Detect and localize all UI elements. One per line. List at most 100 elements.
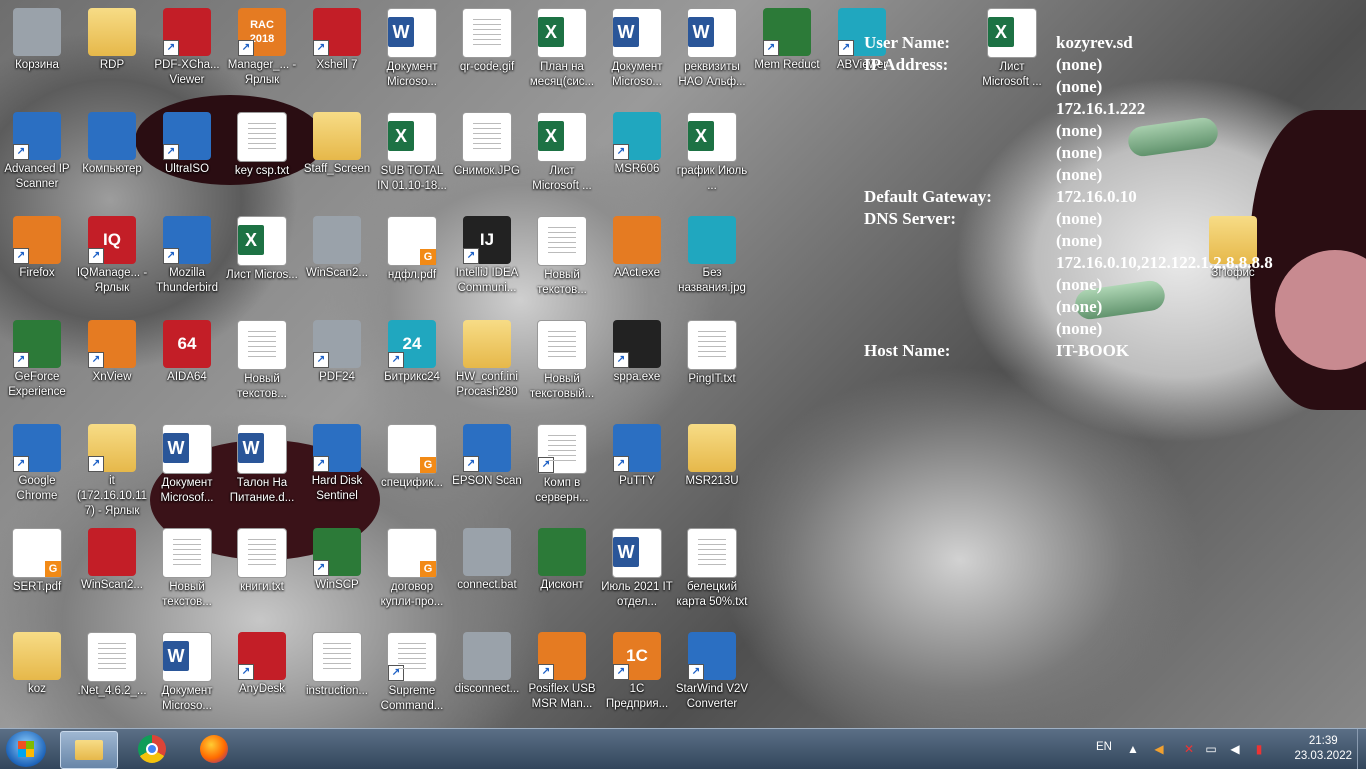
desktop-icon-label: SERT.pdf (12, 581, 62, 593)
desktop-icon[interactable]: 64 AIDA64 (150, 316, 224, 416)
desktop-icon[interactable]: Снимок.JPG (450, 108, 524, 208)
desktop-icon[interactable]: Новый текстовый... (525, 316, 599, 416)
desktop-icon[interactable]: 1С ↗ 1С Предприя... (600, 628, 674, 728)
desktop-icon[interactable]: ↗ GeForce Experience (0, 316, 74, 416)
desktop-icon[interactable]: WinScan2... (75, 524, 149, 624)
desktop-icon[interactable]: график Июль ... (675, 108, 749, 208)
desktop-icon[interactable]: Документ Microso... (150, 628, 224, 728)
desktop-icon-label: AnyDesk (238, 683, 286, 695)
desktop-icon[interactable]: Документ Microso... (375, 4, 449, 104)
clock-date: 23.03.2022 (1294, 750, 1352, 762)
desktop-icon[interactable]: Июль 2021 IT отдел... (600, 524, 674, 624)
desktop-icon[interactable]: договор купли-про... (375, 524, 449, 624)
desktop-icon[interactable]: белецкий карта 50%.txt (675, 524, 749, 624)
desktop-icon[interactable]: ↗ Advanced IP Scanner (0, 108, 74, 208)
desktop-icon[interactable]: ндфл.pdf (375, 212, 449, 312)
desktop-icon[interactable]: SUB TOTAL IN 01.10-18... (375, 108, 449, 208)
bginfo-row: (none) (864, 120, 1273, 142)
clock[interactable]: 21:39 23.03.2022 (1294, 734, 1352, 764)
taskbar-firefox-button[interactable] (186, 731, 242, 767)
word-doc-icon (687, 8, 737, 58)
desktop-icon[interactable]: ↗ Google Chrome (0, 420, 74, 520)
desktop-icon[interactable]: реквизиты НАО Альф... (675, 4, 749, 104)
desktop-icon[interactable]: ↗ WinSCP (300, 524, 374, 624)
bginfo-row: IP Address: (none) (864, 54, 1273, 76)
desktop-icon[interactable]: ↗ Hard Disk Sentinel (300, 420, 374, 520)
desktop-icon[interactable]: Без названия.jpg (675, 212, 749, 312)
desktop-icon[interactable]: Дисконт (525, 524, 599, 624)
desktop-icon[interactable]: ↗ UltraISO (150, 108, 224, 208)
taskbar-explorer-button[interactable] (60, 731, 118, 769)
desktop-icon[interactable]: Новый текстов... (225, 316, 299, 416)
desktop-icon[interactable]: ↗ sppa.exe (600, 316, 674, 416)
show-hidden-icons-arrow[interactable]: ▲ (1126, 742, 1140, 756)
desktop-icon[interactable]: HW_conf.ini Procash280 (450, 316, 524, 416)
power-icon[interactable]: ▭ (1204, 742, 1218, 756)
desktop-icon-label: Битрикс24 (384, 371, 440, 383)
bginfo-row: 172.16.1.222 (864, 98, 1273, 120)
desktop-icon[interactable]: Компьютер (75, 108, 149, 208)
text-file-icon (237, 528, 287, 578)
desktop-icon[interactable]: ↗ MSR606 (600, 108, 674, 208)
mem-reduct-icon: ↗ (763, 8, 811, 56)
start-button[interactable] (6, 731, 46, 767)
desktop-icon[interactable]: PingIT.txt (675, 316, 749, 416)
desktop-icon[interactable]: IQ ↗ IQManage... - Ярлык (75, 212, 149, 312)
desktop-icon[interactable]: ↗ it (172.16.10.117) - Ярлык (75, 420, 149, 520)
network-error-icon[interactable]: ✕ (1182, 742, 1196, 756)
desktop-icon[interactable]: ↗ Mozilla Thunderbird (150, 212, 224, 312)
speaker-muted-icon[interactable]: ◀ (1152, 742, 1166, 756)
shortcut-arrow-icon: ↗ (238, 40, 254, 56)
desktop-icon[interactable]: key csp.txt (225, 108, 299, 208)
taskbar-chrome-button[interactable] (124, 731, 180, 767)
bginfo-key (864, 76, 1056, 98)
desktop-icon[interactable]: instruction... (300, 628, 374, 728)
desktop-icon[interactable]: Лист Microsoft ... (525, 108, 599, 208)
desktop-icon[interactable]: ↗ XnView (75, 316, 149, 416)
desktop-icon[interactable]: ↗ PuTTY (600, 420, 674, 520)
desktop-icon[interactable]: .Net_4.6.2_... (75, 628, 149, 728)
desktop-icon[interactable]: disconnect... (450, 628, 524, 728)
desktop-icon[interactable]: ↗ PDF-XCha... Viewer (150, 4, 224, 104)
desktop-icon[interactable]: ↗ Supreme Command... (375, 628, 449, 728)
desktop-icon[interactable]: RAC 2018 ↗ Manager_... - Ярлык (225, 4, 299, 104)
desktop-icon[interactable]: koz (0, 628, 74, 728)
desktop-icon[interactable]: ↗ Posiflex USB MSR Man... (525, 628, 599, 728)
desktop-icon[interactable]: SERT.pdf (0, 524, 74, 624)
desktop-icon[interactable]: AAct.exe (600, 212, 674, 312)
desktop-icon[interactable]: Лист Micros... (225, 212, 299, 312)
desktop-icon[interactable]: Новый текстов... (150, 524, 224, 624)
desktop-icon[interactable]: Документ Microso... (600, 4, 674, 104)
desktop-icon[interactable]: 24 ↗ Битрикс24 (375, 316, 449, 416)
desktop-icon[interactable]: qr-code.gif (450, 4, 524, 104)
desktop-icon[interactable]: книги.txt (225, 524, 299, 624)
desktop-icon[interactable]: ↗ Firefox (0, 212, 74, 312)
show-desktop-button[interactable] (1357, 729, 1366, 769)
language-indicator[interactable]: EN (1096, 741, 1112, 753)
desktop-icon[interactable]: WinScan2... (300, 212, 374, 312)
desktop-icon[interactable]: ↗ PDF24 (300, 316, 374, 416)
desktop-icon[interactable]: Талон На Питание.d... (225, 420, 299, 520)
desktop-icon[interactable]: специфик... (375, 420, 449, 520)
desktop-icon[interactable]: Документ Microsof... (150, 420, 224, 520)
desktop-icon[interactable]: Staff_Screen (300, 108, 374, 208)
bginfo-key: Default Gateway: (864, 187, 992, 206)
volume-icon[interactable]: ◀ (1228, 742, 1242, 756)
desktop-icon[interactable]: ↗ Mem Reduct (750, 4, 824, 104)
bginfo-row: (none) (864, 296, 1273, 318)
desktop-icon[interactable]: VNC ↗ Комп в серверн... (525, 420, 599, 520)
desktop-icon[interactable]: RDP (75, 4, 149, 104)
desktop-icon[interactable]: ↗ StarWind V2V Converter (675, 628, 749, 728)
desktop-icon[interactable]: IJ ↗ IntelliJ IDEA Communi... (450, 212, 524, 312)
desktop-icon[interactable]: Новый текстов... (525, 212, 599, 312)
usb-icon[interactable]: ▮ (1252, 742, 1266, 756)
desktop-icon[interactable]: План на месяц(сис... (525, 4, 599, 104)
desktop-icon[interactable]: connect.bat (450, 524, 524, 624)
desktop-icon[interactable]: Корзина (0, 4, 74, 104)
bginfo-key (864, 252, 1056, 274)
posiflex-icon: ↗ (538, 632, 586, 680)
desktop-icon[interactable]: ↗ AnyDesk (225, 628, 299, 728)
desktop-icon[interactable]: ↗ Xshell 7 (300, 4, 374, 104)
desktop-icon[interactable]: ↗ EPSON Scan (450, 420, 524, 520)
desktop-icon[interactable]: MSR213U (675, 420, 749, 520)
